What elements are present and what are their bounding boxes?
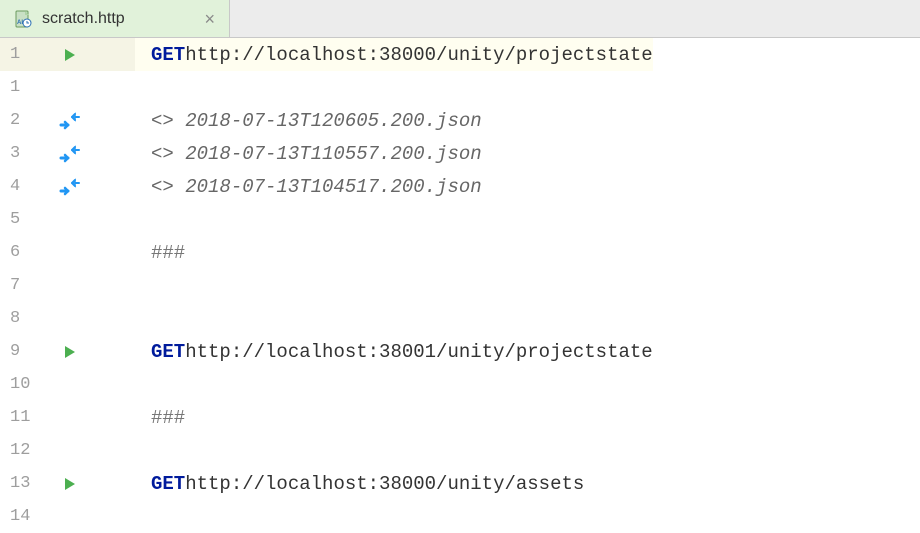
- gutter-spacer: [58, 76, 82, 100]
- editor-line[interactable]: 3 <> 2018-07-13T110557.200.json: [0, 137, 653, 170]
- http-url: http://localhost:38000/unity/assets: [185, 473, 584, 495]
- tab-scratch-http[interactable]: AI scratch.http ×: [0, 0, 230, 37]
- code-cell[interactable]: <> 2018-07-13T120605.200.json: [135, 104, 653, 137]
- request-separator: ###: [151, 407, 185, 429]
- line-number: 1: [10, 45, 40, 64]
- editor-line[interactable]: 6 ###: [0, 236, 653, 269]
- code-cell[interactable]: [135, 500, 653, 533]
- editor-line[interactable]: 1: [0, 71, 653, 104]
- line-number: 11: [10, 408, 40, 427]
- editor-line[interactable]: 1 GET http://localhost:38000/unity/projec…: [0, 38, 653, 71]
- code-cell[interactable]: [135, 368, 653, 401]
- http-url: http://localhost:38000/unity/projectstat…: [185, 44, 652, 66]
- gutter-cell: 14: [0, 500, 135, 533]
- line-number: 13: [10, 474, 40, 493]
- response-file-link[interactable]: <> 2018-07-13T110557.200.json: [151, 143, 482, 165]
- gutter-cell: 1: [0, 71, 135, 104]
- gutter-cell: 8: [0, 302, 135, 335]
- line-number: 5: [10, 210, 40, 229]
- tab-label: scratch.http: [42, 10, 125, 28]
- editor-line[interactable]: 7: [0, 269, 653, 302]
- editor-line[interactable]: 5: [0, 203, 653, 236]
- gutter-spacer: [58, 439, 82, 463]
- response-file-link[interactable]: <> 2018-07-13T104517.200.json: [151, 176, 482, 198]
- gutter-spacer: [58, 274, 82, 298]
- gutter-spacer: [58, 307, 82, 331]
- editor-line[interactable]: 12: [0, 434, 653, 467]
- tab-bar: AI scratch.http ×: [0, 0, 920, 38]
- gutter-spacer: [58, 373, 82, 397]
- gutter-cell: 4: [0, 170, 135, 203]
- line-number: 7: [10, 276, 40, 295]
- line-number: 14: [10, 507, 40, 526]
- gutter-spacer: [58, 241, 82, 265]
- code-cell[interactable]: [135, 434, 653, 467]
- editor-line[interactable]: 2 <> 2018-07-13T120605.200.json: [0, 104, 653, 137]
- code-cell[interactable]: GET http://localhost:38001/unity/project…: [135, 335, 653, 368]
- line-number: 2: [10, 111, 40, 130]
- close-icon[interactable]: ×: [204, 10, 215, 28]
- code-cell[interactable]: <> 2018-07-13T110557.200.json: [135, 137, 653, 170]
- response-file-link[interactable]: <> 2018-07-13T120605.200.json: [151, 110, 482, 132]
- line-number: 3: [10, 144, 40, 163]
- code-cell[interactable]: <> 2018-07-13T104517.200.json: [135, 170, 653, 203]
- gutter-cell: 2: [0, 104, 135, 137]
- http-url: http://localhost:38001/unity/projectstat…: [185, 341, 652, 363]
- line-number: 10: [10, 375, 40, 394]
- code-cell[interactable]: [135, 71, 653, 104]
- editor-line[interactable]: 11 ###: [0, 401, 653, 434]
- run-icon[interactable]: [58, 340, 82, 364]
- editor-line[interactable]: 13 GET http://localhost:38000/unity/asset…: [0, 467, 653, 500]
- line-number: 6: [10, 243, 40, 262]
- code-cell[interactable]: [135, 269, 653, 302]
- http-method: GET: [151, 341, 185, 363]
- line-number: 8: [10, 309, 40, 328]
- gutter-cell: 12: [0, 434, 135, 467]
- line-number: 4: [10, 177, 40, 196]
- code-cell[interactable]: ###: [135, 401, 653, 434]
- request-separator: ###: [151, 242, 185, 264]
- editor-line[interactable]: 8: [0, 302, 653, 335]
- http-method: GET: [151, 44, 185, 66]
- gutter-cell: 9: [0, 335, 135, 368]
- response-link-icon[interactable]: [58, 142, 82, 166]
- editor-line[interactable]: 9 GET http://localhost:38001/unity/projec…: [0, 335, 653, 368]
- http-file-icon: AI: [14, 10, 32, 28]
- code-cell[interactable]: ###: [135, 236, 653, 269]
- response-link-icon[interactable]: [58, 175, 82, 199]
- gutter-cell: 1: [0, 38, 135, 71]
- gutter-cell: 6: [0, 236, 135, 269]
- gutter-spacer: [58, 406, 82, 430]
- gutter-spacer: [58, 208, 82, 232]
- svg-text:AI: AI: [17, 20, 23, 26]
- code-cell[interactable]: GET http://localhost:38000/unity/project…: [135, 38, 653, 71]
- code-cell[interactable]: [135, 203, 653, 236]
- gutter-cell: 10: [0, 368, 135, 401]
- line-number: 9: [10, 342, 40, 361]
- code-cell[interactable]: GET http://localhost:38000/unity/assets: [135, 467, 653, 500]
- code-cell[interactable]: [135, 302, 653, 335]
- editor-line[interactable]: 14: [0, 500, 653, 533]
- gutter-cell: 13: [0, 467, 135, 500]
- run-icon[interactable]: [58, 43, 82, 67]
- editor-line[interactable]: 10: [0, 368, 653, 401]
- run-icon[interactable]: [58, 472, 82, 496]
- gutter-cell: 3: [0, 137, 135, 170]
- gutter-cell: 7: [0, 269, 135, 302]
- line-number: 12: [10, 441, 40, 460]
- gutter-cell: 5: [0, 203, 135, 236]
- gutter-spacer: [58, 505, 82, 529]
- response-link-icon[interactable]: [58, 109, 82, 133]
- editor: 1 GET http://localhost:38000/unity/projec…: [0, 38, 920, 512]
- editor-line[interactable]: 4 <> 2018-07-13T104517.200.json: [0, 170, 653, 203]
- http-method: GET: [151, 473, 185, 495]
- gutter-cell: 11: [0, 401, 135, 434]
- line-number: 1: [10, 78, 40, 97]
